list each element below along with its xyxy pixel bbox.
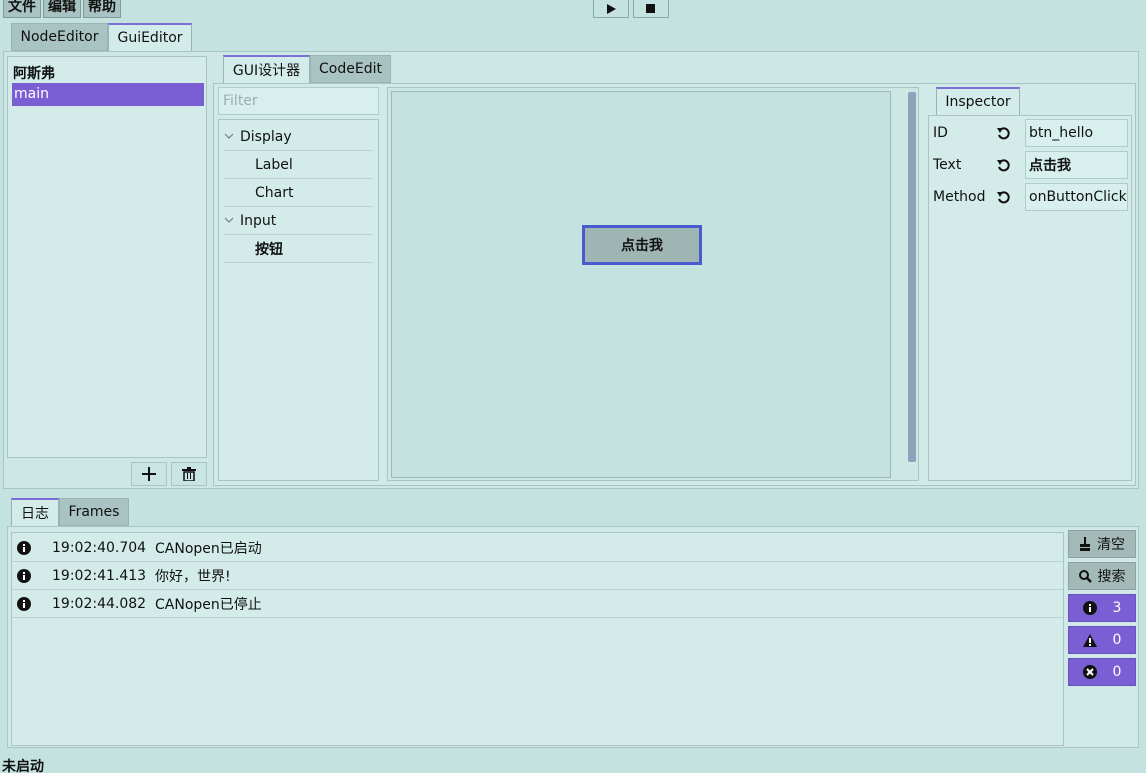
play-icon	[607, 3, 616, 14]
log-list: 19:02:40.704 CANopen已启动 19:02:41.413 你好，…	[11, 532, 1064, 746]
error-icon	[1082, 665, 1097, 679]
info-filter-button[interactable]: 3	[1068, 594, 1136, 622]
warning-icon	[1082, 633, 1097, 647]
design-canvas-frame: 点击我	[387, 87, 919, 481]
palette-group-label: Display	[240, 128, 292, 145]
delete-page-button[interactable]	[171, 462, 207, 486]
menu-edit[interactable]: 编辑	[43, 0, 81, 18]
palette-item-label[interactable]: Label	[224, 151, 373, 179]
search-log-label: 搜索	[1097, 569, 1126, 585]
menu-help[interactable]: 帮助	[83, 0, 121, 18]
error-count: 0	[1112, 664, 1122, 680]
widget-palette: Display Label Chart Input 按钮	[218, 119, 379, 481]
info-icon	[17, 540, 31, 555]
filter-input[interactable]: Filter	[218, 87, 379, 115]
tab-frames[interactable]: Frames	[59, 498, 129, 526]
inspector-label-id: ID	[933, 125, 948, 141]
clear-log-label: 清空	[1097, 537, 1125, 553]
search-log-button[interactable]: 搜索	[1068, 562, 1136, 590]
info-icon	[17, 568, 31, 583]
info-count: 3	[1112, 600, 1122, 616]
design-canvas[interactable]: 点击我	[391, 91, 891, 478]
search-icon	[1078, 569, 1092, 583]
error-filter-button[interactable]: 0	[1068, 658, 1136, 686]
palette-item-button[interactable]: 按钮	[224, 235, 373, 263]
palette-item-chart[interactable]: Chart	[224, 179, 373, 207]
palette-group-label: Input	[240, 212, 277, 229]
page-group-label: 阿斯弗	[13, 66, 55, 82]
log-row[interactable]: 19:02:40.704 CANopen已启动	[12, 534, 1063, 562]
inspector-field-method[interactable]: onButtonClick	[1025, 183, 1128, 211]
page-list-panel: 阿斯弗 main	[7, 56, 207, 458]
canvas-button-widget[interactable]: 点击我	[582, 225, 702, 265]
inspector-label-text: Text	[933, 157, 962, 173]
inspector-field-id[interactable]: btn_hello	[1025, 119, 1128, 147]
inspector-panel: ID btn_hello Text 点击我 Method onButtonCli…	[928, 115, 1132, 481]
canvas-scrollbar[interactable]	[908, 92, 916, 462]
trash-icon	[182, 467, 196, 481]
info-icon	[17, 596, 31, 611]
inspector-field-text[interactable]: 点击我	[1025, 151, 1128, 179]
add-page-button[interactable]	[131, 462, 167, 486]
palette-group-display[interactable]: Display	[224, 123, 373, 151]
log-message: CANopen已停止	[155, 596, 262, 613]
tab-inspector[interactable]: Inspector	[936, 87, 1020, 115]
info-icon	[1082, 601, 1097, 615]
log-row[interactable]: 19:02:44.082 CANopen已停止	[12, 590, 1063, 618]
warning-filter-button[interactable]: 0	[1068, 626, 1136, 654]
run-button[interactable]	[593, 0, 629, 18]
broom-icon	[1080, 537, 1090, 551]
log-time: 19:02:41.413	[52, 567, 147, 584]
warning-count: 0	[1112, 632, 1122, 648]
tab-gui-editor[interactable]: GuiEditor	[108, 23, 192, 51]
log-message: CANopen已启动	[155, 540, 262, 557]
tab-node-editor[interactable]: NodeEditor	[11, 23, 108, 51]
page-item-main[interactable]: main	[12, 83, 204, 106]
log-row[interactable]: 19:02:41.413 你好，世界!	[12, 562, 1063, 590]
tab-code-edit[interactable]: CodeEdit	[310, 55, 391, 83]
status-text: 未启动	[2, 759, 44, 773]
menu-file[interactable]: 文件	[3, 0, 41, 18]
log-time: 19:02:40.704	[52, 539, 147, 556]
reset-icon[interactable]	[996, 126, 1011, 141]
log-message: 你好，世界!	[155, 568, 231, 585]
stop-icon	[646, 3, 655, 13]
clear-log-button[interactable]: 清空	[1068, 530, 1136, 558]
log-time: 19:02:44.082	[52, 595, 147, 612]
tab-gui-designer[interactable]: GUI设计器	[223, 55, 310, 83]
stop-button[interactable]	[633, 0, 669, 18]
chevron-down-icon	[224, 217, 234, 223]
tab-log[interactable]: 日志	[11, 498, 59, 526]
chevron-down-icon	[224, 133, 234, 139]
reset-icon[interactable]	[996, 190, 1011, 205]
reset-icon[interactable]	[996, 158, 1011, 173]
plus-icon	[142, 467, 156, 481]
inspector-label-method: Method	[933, 189, 986, 205]
palette-group-input[interactable]: Input	[224, 207, 373, 235]
